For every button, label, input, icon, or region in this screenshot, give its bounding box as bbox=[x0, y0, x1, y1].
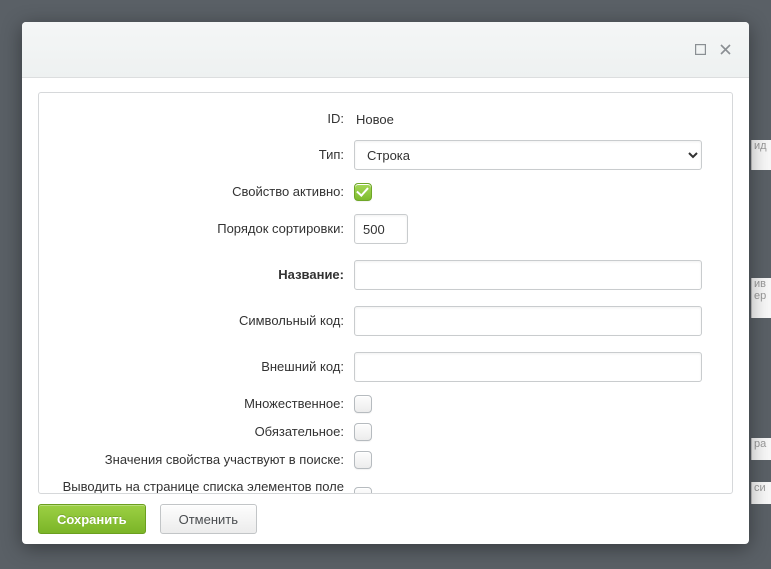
label-searchable: Значения свойства участвуют в поиске: bbox=[49, 452, 354, 468]
row-filter-on-list: Выводить на странице списка элементов по… bbox=[49, 479, 702, 493]
row-required: Обязательное: bbox=[49, 423, 702, 441]
background-fragment: ивер bbox=[751, 278, 771, 318]
row-active: Свойство активно: bbox=[49, 183, 702, 201]
label-id: ID: bbox=[49, 111, 354, 127]
cancel-button[interactable]: Отменить bbox=[160, 504, 257, 534]
label-external-code: Внешний код: bbox=[49, 359, 354, 375]
row-id: ID: Новое bbox=[49, 111, 702, 127]
close-icon[interactable] bbox=[720, 44, 731, 55]
code-input[interactable] bbox=[354, 306, 702, 336]
row-external-code: Внешний код: bbox=[49, 349, 702, 385]
type-select[interactable]: Строка bbox=[354, 140, 702, 170]
maximize-icon[interactable] bbox=[695, 44, 706, 55]
form-scroll-container: ID: Новое Тип: Строка Свойство активно: bbox=[38, 92, 733, 494]
searchable-checkbox[interactable] bbox=[354, 451, 372, 469]
background-fragment: ра bbox=[751, 438, 771, 460]
row-multiple: Множественное: bbox=[49, 395, 702, 413]
save-button[interactable]: Сохранить bbox=[38, 504, 146, 534]
dialog-body: ID: Новое Тип: Строка Свойство активно: bbox=[22, 78, 749, 544]
label-sort: Порядок сортировки: bbox=[49, 221, 354, 237]
required-checkbox[interactable] bbox=[354, 423, 372, 441]
sort-input[interactable] bbox=[354, 214, 408, 244]
dialog-footer: Сохранить Отменить bbox=[38, 494, 733, 534]
active-checkbox[interactable] bbox=[354, 183, 372, 201]
background-fragment: си bbox=[751, 482, 771, 504]
row-type: Тип: Строка bbox=[49, 137, 702, 173]
property-form[interactable]: ID: Новое Тип: Строка Свойство активно: bbox=[39, 93, 732, 493]
property-dialog: ID: Новое Тип: Строка Свойство активно: bbox=[22, 22, 749, 544]
value-id: Новое bbox=[354, 112, 394, 127]
label-required: Обязательное: bbox=[49, 424, 354, 440]
label-filter-on-list: Выводить на странице списка элементов по… bbox=[49, 479, 354, 493]
row-code: Символьный код: bbox=[49, 303, 702, 339]
background-fragment: ид bbox=[751, 140, 771, 170]
external-code-input[interactable] bbox=[354, 352, 702, 382]
filter-on-list-checkbox[interactable] bbox=[354, 487, 372, 494]
label-name: Название: bbox=[49, 267, 354, 283]
label-multiple: Множественное: bbox=[49, 396, 354, 412]
label-active: Свойство активно: bbox=[49, 184, 354, 200]
row-searchable: Значения свойства участвуют в поиске: bbox=[49, 451, 702, 469]
row-name: Название: bbox=[49, 257, 702, 293]
row-sort: Порядок сортировки: bbox=[49, 211, 702, 247]
label-code: Символьный код: bbox=[49, 313, 354, 329]
dialog-titlebar bbox=[22, 22, 749, 78]
name-input[interactable] bbox=[354, 260, 702, 290]
multiple-checkbox[interactable] bbox=[354, 395, 372, 413]
label-type: Тип: bbox=[49, 147, 354, 163]
